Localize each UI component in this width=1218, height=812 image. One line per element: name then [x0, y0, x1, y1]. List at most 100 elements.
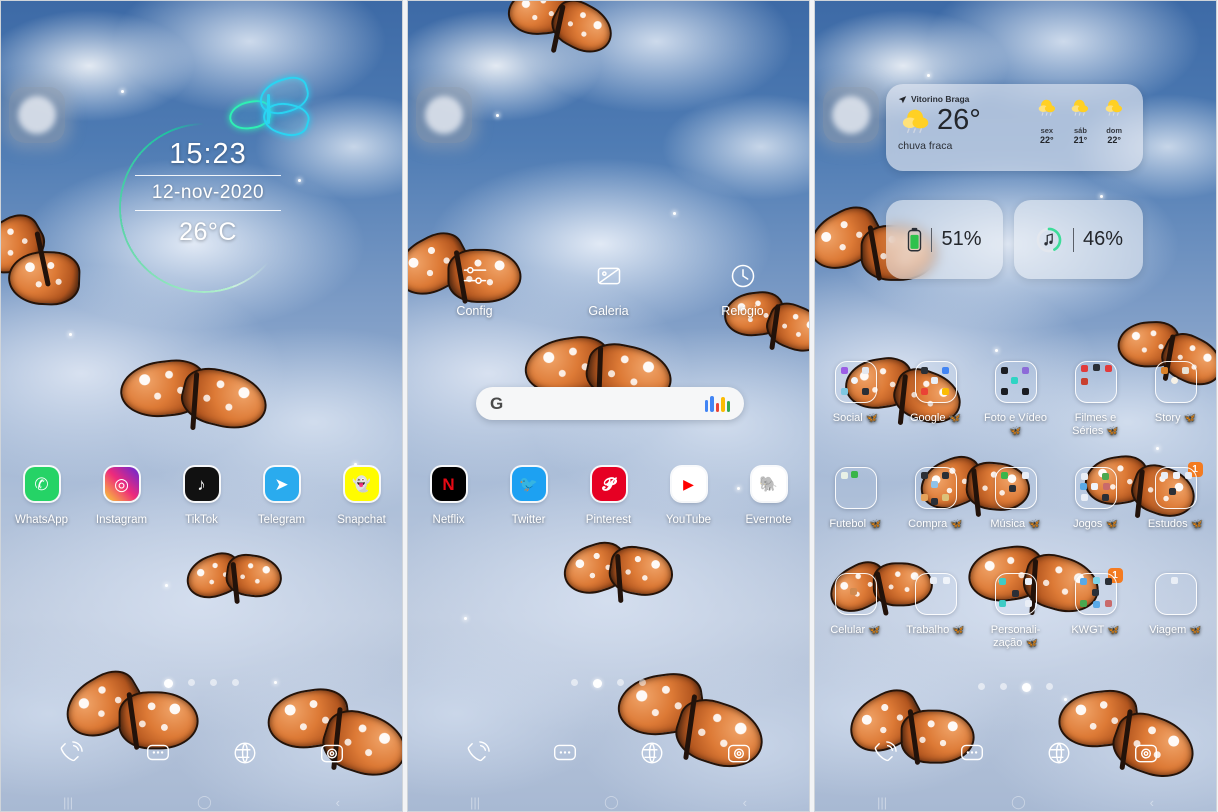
nav-home-icon[interactable]: ◯ [604, 794, 619, 810]
app-netflix[interactable]: N Netflix [420, 467, 478, 526]
page-dot-2[interactable] [593, 679, 602, 688]
folder-preview-box[interactable] [994, 573, 1037, 615]
phone-icon[interactable] [865, 733, 905, 773]
page-dot-1[interactable] [571, 679, 578, 686]
twitter-icon[interactable]: 🐦 [511, 467, 546, 501]
nav-recents-icon[interactable]: ||| [877, 795, 887, 810]
app-evernote[interactable]: 🐘 Evernote [740, 467, 798, 526]
page-dot-1[interactable] [164, 679, 173, 688]
folder-viagem[interactable]: Viagem 🦋 [1141, 573, 1211, 649]
page-indicator-dots[interactable] [1, 679, 402, 688]
folder-jogos[interactable]: Jogos 🦋 [1061, 467, 1131, 531]
browser-globe-icon[interactable] [225, 733, 265, 773]
music-volume-widget[interactable]: 46% [1014, 200, 1143, 279]
folder-preview-box[interactable] [1074, 467, 1117, 509]
nav-home-icon[interactable]: ◯ [197, 794, 212, 810]
folder-preview-box[interactable] [994, 361, 1037, 403]
folder-estudos[interactable]: 1 Estudos 🦋 [1141, 462, 1211, 531]
search-input[interactable] [511, 396, 705, 411]
nav-back-icon[interactable]: ‹ [743, 795, 747, 810]
telegram-icon[interactable]: ➤ [264, 467, 299, 501]
nav-recents-icon[interactable]: ||| [470, 795, 480, 810]
app-tiktok[interactable]: ♪ TikTok [173, 467, 231, 526]
page-dot-4[interactable] [1046, 683, 1053, 690]
folder-social[interactable]: Social 🦋 [821, 361, 891, 437]
evernote-icon[interactable]: 🐘 [751, 467, 786, 501]
app-snapchat[interactable]: 👻 Snapchat [333, 467, 391, 526]
messages-icon[interactable] [138, 733, 178, 773]
system-navigation-bar[interactable]: ||| ◯ ‹ [1, 793, 402, 811]
app-relogio[interactable]: Relógio [705, 259, 781, 318]
nav-recents-icon[interactable]: ||| [63, 795, 73, 810]
app-config[interactable]: Config [437, 259, 513, 318]
folder-preview-box[interactable] [1154, 573, 1197, 615]
tiktok-icon[interactable]: ♪ [184, 467, 219, 501]
folder-preview-box[interactable] [914, 573, 957, 615]
page-dot-3[interactable] [1022, 683, 1031, 692]
app-telegram[interactable]: ➤ Telegram [253, 467, 311, 526]
nav-home-icon[interactable]: ◯ [1011, 794, 1026, 810]
nav-back-icon[interactable]: ‹ [336, 795, 340, 810]
page-dot-2[interactable] [188, 679, 195, 686]
page-dot-4[interactable] [639, 679, 646, 686]
folder-compra[interactable]: Compra 🦋 [901, 467, 971, 531]
folder-personalizacao[interactable]: Personali-zação 🦋 [981, 573, 1051, 649]
folder-google[interactable]: Google 🦋 [901, 361, 971, 437]
system-navigation-bar[interactable]: ||| ◯ ‹ [408, 793, 809, 811]
browser-globe-icon[interactable] [1039, 733, 1079, 773]
weather-widget[interactable]: Vitorino Braga 26° chuva fraca sex 22° s… [886, 84, 1143, 171]
youtube-icon[interactable]: ▶ [671, 467, 706, 501]
folder-story[interactable]: Story 🦋 [1141, 361, 1211, 437]
app-whatsapp[interactable]: ✆ WhatsApp [13, 467, 71, 526]
app-youtube[interactable]: ▶ YouTube [660, 467, 718, 526]
folder-filmes-e-series[interactable]: Filmes e Séries 🦋 [1061, 361, 1131, 437]
app-galeria[interactable]: Galeria [571, 259, 647, 318]
nav-back-icon[interactable]: ‹ [1150, 795, 1154, 810]
folder-musica[interactable]: Música 🦋 [981, 467, 1051, 531]
app-pinterest[interactable]: 𝓟 Pinterest [580, 467, 638, 526]
folder-celular[interactable]: Celular 🦋 [821, 573, 891, 649]
folder-preview-box[interactable] [1154, 467, 1197, 509]
folder-foto-e-video[interactable]: Foto e Vídeo 🦋 [981, 361, 1051, 437]
instagram-icon[interactable]: ◎ [104, 467, 139, 501]
page-indicator-dots[interactable] [408, 679, 809, 688]
system-navigation-bar[interactable]: ||| ◯ ‹ [815, 793, 1216, 811]
pinterest-icon[interactable]: 𝓟 [591, 467, 626, 501]
folder-preview-box[interactable] [914, 361, 957, 403]
page-dot-1[interactable] [978, 683, 985, 690]
folder-preview-box[interactable] [994, 467, 1037, 509]
page-dot-3[interactable] [617, 679, 624, 686]
messages-icon[interactable] [545, 733, 585, 773]
page-dot-4[interactable] [232, 679, 239, 686]
whatsapp-icon[interactable]: ✆ [24, 467, 59, 501]
page-indicator-dots[interactable] [815, 683, 1216, 692]
settings-sliders-icon[interactable] [437, 259, 513, 293]
netflix-icon[interactable]: N [431, 467, 466, 501]
folder-preview-box[interactable] [1074, 573, 1117, 615]
folder-futebol[interactable]: Futebol 🦋 [821, 467, 891, 531]
folder-preview-box[interactable] [1074, 361, 1117, 403]
battery-widget[interactable]: 51% [886, 200, 1003, 279]
app-twitter[interactable]: 🐦 Twitter [500, 467, 558, 526]
folder-preview-box[interactable] [834, 361, 877, 403]
camera-icon[interactable] [719, 733, 759, 773]
google-assistant-icon[interactable] [704, 395, 730, 412]
google-search-bar[interactable]: G [476, 387, 744, 420]
messages-icon[interactable] [952, 733, 992, 773]
folder-trabalho[interactable]: Trabalho 🦋 [901, 573, 971, 649]
clock-icon[interactable] [705, 259, 781, 293]
folder-preview-box[interactable] [834, 467, 877, 509]
gallery-image-icon[interactable] [571, 259, 647, 293]
phone-icon[interactable] [51, 733, 91, 773]
camera-icon[interactable] [1126, 733, 1166, 773]
clock-weather-widget[interactable]: 15:23 12-nov-2020 26°C [119, 123, 289, 293]
folder-kwgt[interactable]: 1 KWGT 🦋 [1061, 568, 1131, 649]
folder-preview-box[interactable] [1154, 361, 1197, 403]
app-instagram[interactable]: ◎ Instagram [93, 467, 151, 526]
folder-preview-box[interactable] [834, 573, 877, 615]
page-dot-3[interactable] [210, 679, 217, 686]
snapchat-icon[interactable]: 👻 [344, 467, 379, 501]
page-dot-2[interactable] [1000, 683, 1007, 690]
browser-globe-icon[interactable] [632, 733, 672, 773]
camera-icon[interactable] [312, 733, 352, 773]
